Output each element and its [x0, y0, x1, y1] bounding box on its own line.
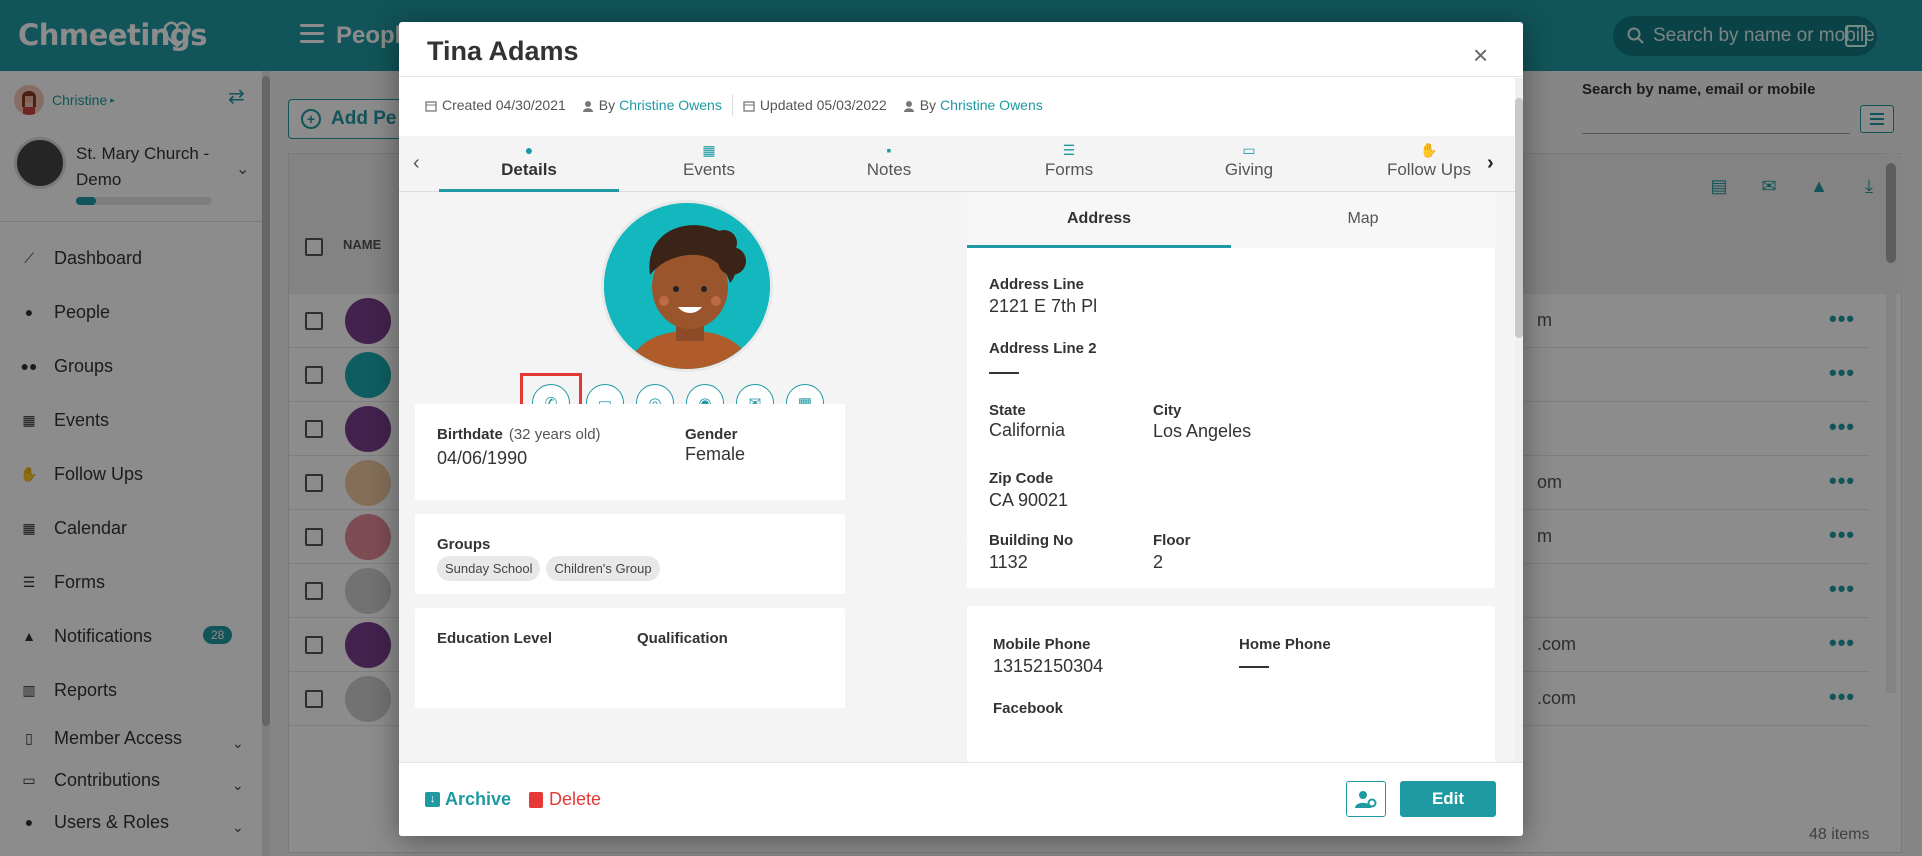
by-label: By [919, 97, 937, 113]
details-left-column: ✆▭◎◉✉▦ Birthdate(32 years old) 04/06/199… [399, 192, 967, 762]
updated-date: Updated 05/03/2022 [759, 97, 887, 113]
calendar-icon [425, 99, 437, 112]
person-modal: Tina Adams × Created 04/30/2021 By Chris… [399, 22, 1523, 836]
home-phone-label: Home Phone [1239, 636, 1331, 653]
edit-button[interactable]: Edit [1400, 781, 1496, 817]
modal-tabs: ‹ ● Details ▦ Events ▪ Notes ☰ Forms ▭ Giving ✋ Fol… [399, 136, 1515, 192]
money-icon: ▭ [1242, 142, 1256, 158]
home-phone-empty [1239, 666, 1269, 668]
tab-details[interactable]: ● Details [439, 136, 619, 192]
facebook-label: Facebook [993, 700, 1064, 717]
qualification-label: Qualification [637, 630, 728, 647]
record-meta: Created 04/30/2021 By Christine Owens Up… [425, 94, 1043, 116]
user-icon [582, 99, 594, 112]
state-label: State [989, 402, 1026, 419]
modal-scrollbar[interactable] [1515, 78, 1523, 778]
contact-card: Mobile Phone 13152150304 Home Phone Face… [967, 606, 1495, 766]
floor-label: Floor [1153, 532, 1191, 549]
tab-events[interactable]: ▦ Events [619, 136, 799, 192]
note-icon: ▪ [886, 142, 892, 158]
user-cog-icon [1355, 791, 1377, 808]
tab-label: Events [683, 160, 735, 179]
tab-label: Forms [1044, 160, 1094, 179]
created-date: Created 04/30/2021 [442, 97, 566, 113]
calendar-check-icon: ▦ [702, 142, 716, 158]
education-card: Education Level Qualification [415, 608, 845, 708]
created-by-link[interactable]: Christine Owens [619, 97, 722, 113]
user-icon [903, 99, 915, 112]
address-line2-label: Address Line 2 [989, 340, 1097, 357]
tab-label: Notes [866, 160, 912, 179]
tab-giving[interactable]: ▭ Giving [1159, 136, 1339, 192]
state-value: California [989, 420, 1066, 440]
details-right-column: Address Map Address Line 2121 E 7th Pl A… [967, 192, 1515, 766]
profile-photo[interactable] [601, 200, 773, 372]
zip-label: Zip Code [989, 470, 1054, 487]
tab-label: Follow Ups [1386, 160, 1472, 179]
mobile-phone-value[interactable]: 13152150304 [993, 656, 1103, 677]
delete-button[interactable]: Delete [529, 789, 601, 810]
city-value: Los Angeles [1153, 421, 1252, 441]
zip-value: CA 90021 [989, 490, 1069, 510]
by-label: By [598, 97, 616, 113]
building-value: 1132 [989, 552, 1028, 572]
archive-icon: ↓ [425, 792, 440, 807]
groups-chips: Sunday School Children's Group [437, 556, 666, 581]
user-settings-button[interactable] [1346, 781, 1386, 817]
gender-value: Female [685, 444, 746, 464]
gender-label: Gender [685, 426, 738, 443]
birthdate-value: 04/06/1990 [437, 448, 528, 468]
groups-label: Groups [437, 536, 491, 553]
calendar-icon [743, 99, 755, 112]
list-icon: ☰ [1062, 142, 1076, 158]
tab-map[interactable]: Map [1231, 192, 1495, 248]
tab-address[interactable]: Address [967, 192, 1231, 248]
tab-forms[interactable]: ☰ Forms [979, 136, 1159, 192]
address-line-label: Address Line [989, 276, 1085, 293]
personal-info-card: Birthdate (32 years old) 04/06/1990 Gende… [415, 404, 845, 500]
address-line2-empty [989, 372, 1019, 374]
trash-icon [529, 791, 543, 808]
chevron-left-icon[interactable]: ‹ [413, 152, 420, 175]
tab-notes[interactable]: ▪ Notes [799, 136, 979, 192]
address-line-value: 2121 E 7th Pl [989, 296, 1098, 316]
education-level-label: Education Level [437, 630, 553, 647]
building-label: Building No [989, 532, 1074, 549]
handshake-icon: ✋ [1420, 142, 1438, 158]
chevron-right-icon[interactable]: › [1487, 152, 1494, 175]
group-chip[interactable]: Sunday School [437, 556, 541, 581]
tab-label: Details [501, 160, 557, 179]
modal-title: Tina Adams [427, 36, 579, 66]
birthdate-label: Birthdate (32 years old) [437, 426, 601, 443]
updated-by-link[interactable]: Christine Owens [940, 97, 1043, 113]
close-icon[interactable]: × [1473, 40, 1488, 71]
tab-label: Giving [1224, 160, 1274, 179]
modal-footer: ↓ Archive Delete Edit [399, 762, 1523, 836]
person-icon: ● [524, 142, 534, 158]
address-card: Address Map Address Line 2121 E 7th Pl A… [967, 192, 1495, 572]
city-label: City [1153, 402, 1182, 419]
mobile-phone-label: Mobile Phone [993, 636, 1091, 653]
floor-value: 2 [1153, 552, 1164, 572]
archive-button[interactable]: ↓ Archive [425, 789, 511, 810]
group-chip[interactable]: Children's Group [546, 556, 660, 581]
groups-card: Groups Sunday School Children's Group [415, 514, 845, 594]
